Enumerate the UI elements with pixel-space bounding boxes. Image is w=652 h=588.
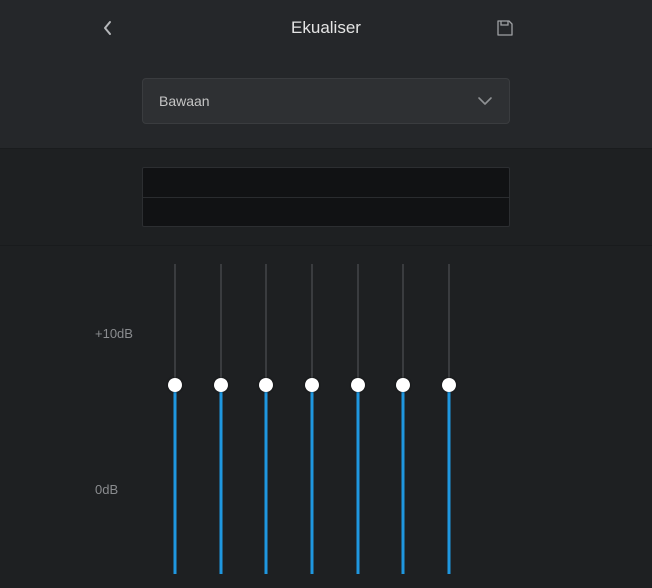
preset-selected-label: Bawaan <box>159 93 210 109</box>
slider-thumb[interactable] <box>351 378 365 392</box>
eq-band-slider[interactable] <box>304 264 320 574</box>
slider-fill <box>356 385 359 574</box>
eq-band-slider[interactable] <box>350 264 366 574</box>
eq-band-slider[interactable] <box>441 264 457 574</box>
slider-fill <box>265 385 268 574</box>
db-label-plus10: +10dB <box>95 326 133 341</box>
slider-fill <box>219 385 222 574</box>
slider-fill <box>447 385 450 574</box>
eq-band-slider[interactable] <box>395 264 411 574</box>
eq-curve-section <box>0 149 652 246</box>
preset-dropdown[interactable]: Bawaan <box>142 78 510 124</box>
back-button[interactable] <box>95 16 119 40</box>
eq-curve-display <box>142 167 510 227</box>
chevron-left-icon <box>101 19 113 37</box>
db-label-zero: 0dB <box>95 482 118 497</box>
page-title: Ekualiser <box>291 18 361 38</box>
eq-band-slider[interactable] <box>258 264 274 574</box>
save-preset-button[interactable] <box>493 16 517 40</box>
slider-fill <box>310 385 313 574</box>
slider-thumb[interactable] <box>168 378 182 392</box>
slider-thumb[interactable] <box>214 378 228 392</box>
slider-thumb[interactable] <box>259 378 273 392</box>
eq-sliders <box>167 264 457 574</box>
eq-band-slider[interactable] <box>213 264 229 574</box>
eq-curve-line <box>143 197 509 198</box>
slider-thumb[interactable] <box>442 378 456 392</box>
preset-section: Bawaan <box>0 56 652 149</box>
chevron-down-icon <box>477 96 493 106</box>
slider-fill <box>174 385 177 574</box>
slider-thumb[interactable] <box>305 378 319 392</box>
save-icon <box>494 17 516 39</box>
header: Ekualiser <box>0 0 652 56</box>
slider-thumb[interactable] <box>396 378 410 392</box>
eq-sliders-section: +10dB 0dB <box>0 246 652 586</box>
slider-fill <box>402 385 405 574</box>
eq-band-slider[interactable] <box>167 264 183 574</box>
